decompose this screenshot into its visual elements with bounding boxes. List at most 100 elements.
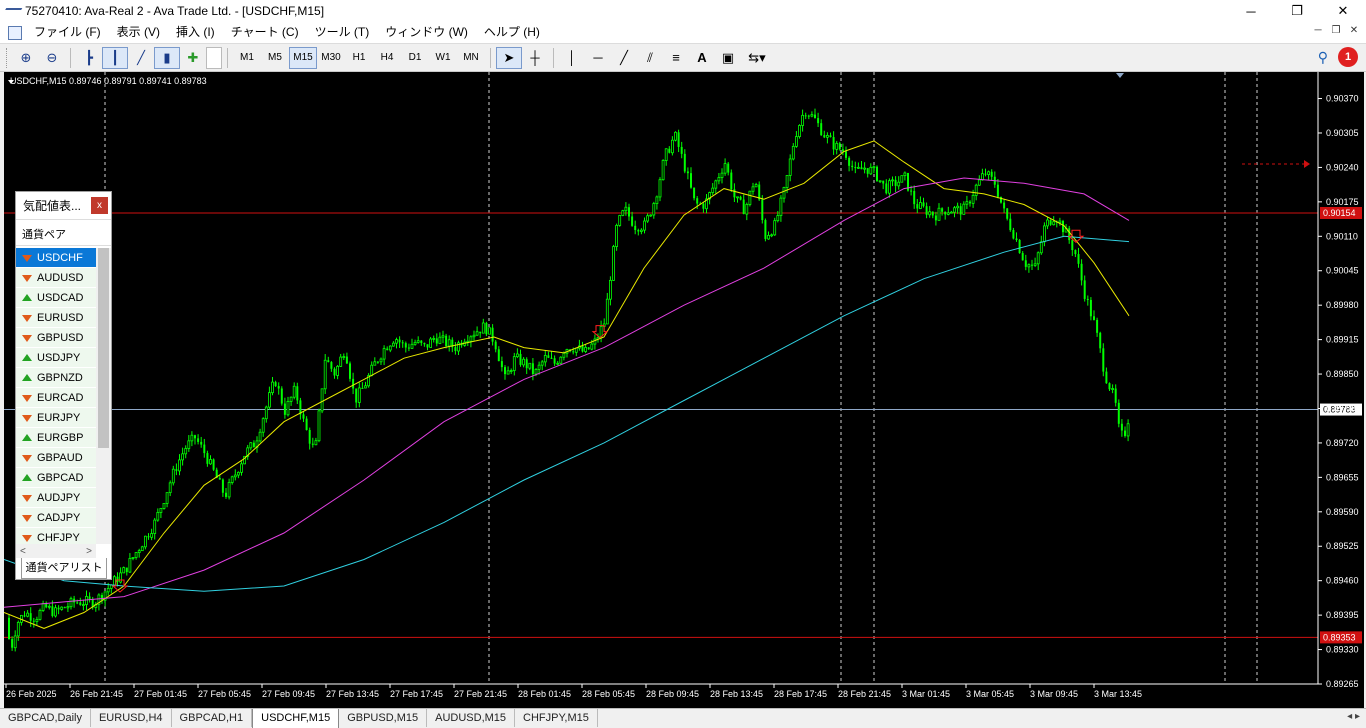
market-watch-row[interactable]: GBPNZD <box>16 368 96 388</box>
candle-body <box>401 342 404 344</box>
timeframe-m5[interactable]: M5 <box>261 47 289 69</box>
market-watch-row[interactable]: USDJPY <box>16 348 96 368</box>
candle <box>829 132 832 138</box>
menu-insert[interactable]: 挿入 (I) <box>168 22 223 43</box>
timeframe-h4[interactable]: H4 <box>373 47 401 69</box>
candle <box>54 604 57 618</box>
market-watch-row[interactable]: EURGBP <box>16 428 96 448</box>
bar-chart-icon[interactable]: ┣ <box>76 47 102 69</box>
menu-file[interactable]: ファイル (F) <box>26 22 109 43</box>
market-watch-row[interactable]: AUDJPY <box>16 488 96 508</box>
market-watch-column-header[interactable]: 通貨ペア <box>16 224 111 246</box>
chart-tab[interactable]: EURUSD,H4 <box>91 709 172 727</box>
add-indicator-icon[interactable]: ✚ <box>180 47 206 69</box>
candle-body <box>336 365 340 376</box>
candle-body <box>1062 220 1064 233</box>
candle <box>996 178 999 199</box>
market-watch-row[interactable]: USDCHF <box>16 248 96 268</box>
close-icon[interactable]: ✕ <box>1320 0 1366 22</box>
price-chart[interactable]: 0.901540.897830.89353 0.903700.903050.90… <box>4 72 1364 708</box>
candle <box>203 438 206 458</box>
chart-tab[interactable]: AUDUSD,M15 <box>427 709 516 727</box>
menu-window[interactable]: ウィンドウ (W) <box>377 22 476 43</box>
market-watch-tab[interactable]: 通貨ペアリスト <box>21 558 107 579</box>
candle <box>779 195 783 222</box>
timeframe-h1[interactable]: H1 <box>345 47 373 69</box>
menu-chart[interactable]: チャート (C) <box>223 22 307 43</box>
mdi-close-icon[interactable]: ✕ <box>1346 25 1362 39</box>
market-watch-row[interactable]: GBPAUD <box>16 448 96 468</box>
timeframe-m1[interactable]: M1 <box>233 47 261 69</box>
market-watch-vscrollbar[interactable] <box>96 248 111 544</box>
candle-body <box>479 331 482 334</box>
trendline-icon[interactable]: ╱ <box>611 47 637 69</box>
candle <box>441 330 445 344</box>
market-watch-row[interactable]: GBPCAD <box>16 468 96 488</box>
horizontal-line-icon[interactable]: ─ <box>585 47 611 69</box>
chart-tab[interactable]: GBPCAD,H1 <box>172 709 253 727</box>
menu-help[interactable]: ヘルプ (H) <box>476 22 548 43</box>
candle-body <box>512 356 516 371</box>
chart-tab[interactable]: USDCHF,M15 <box>252 709 340 728</box>
candle-body <box>131 557 135 559</box>
market-watch-row[interactable]: EURCAD <box>16 388 96 408</box>
market-watch-hscrollbar[interactable]: < > <box>16 544 96 558</box>
toolbar-grip[interactable] <box>6 47 9 68</box>
market-watch-row[interactable]: USDCAD <box>16 288 96 308</box>
candlestick-icon[interactable]: ┃ <box>102 46 128 69</box>
candle <box>500 356 503 372</box>
price-label: 0.90175 <box>1326 197 1359 207</box>
candle-body <box>782 187 786 199</box>
candle <box>194 434 196 445</box>
scroll-left-icon[interactable]: < <box>20 546 26 557</box>
mdi-restore-icon[interactable]: ❐ <box>1328 25 1344 39</box>
tab-scroll-icon[interactable]: ◂ ▸ <box>1347 711 1360 722</box>
candle-body <box>854 167 857 169</box>
candle-body <box>547 355 550 358</box>
timeframe-w1[interactable]: W1 <box>429 47 457 69</box>
chart-tab[interactable]: GBPCAD,Daily <box>0 709 91 727</box>
document-icon[interactable] <box>8 25 22 40</box>
text-icon[interactable]: A <box>689 47 715 69</box>
mdi-minimize-icon[interactable]: ─ <box>1310 25 1326 39</box>
candle <box>640 228 643 235</box>
timeframe-mn[interactable]: MN <box>457 47 485 69</box>
maximize-icon[interactable]: ❐ <box>1274 0 1320 22</box>
candle-body <box>38 610 42 620</box>
menu-view[interactable]: 表示 (V) <box>109 22 168 43</box>
arrows-icon[interactable]: ⇆▾ <box>741 47 773 69</box>
market-watch-close-icon[interactable]: x <box>91 197 108 214</box>
autoscroll-icon[interactable]: ▮ <box>154 46 180 69</box>
candle-body <box>137 550 141 553</box>
timeframe-m15[interactable]: M15 <box>289 46 317 69</box>
crosshair-icon[interactable]: ┼ <box>522 47 548 69</box>
notification-badge[interactable]: 1 <box>1338 47 1358 67</box>
scroll-right-icon[interactable]: > <box>86 546 92 557</box>
market-watch-row[interactable]: EURUSD <box>16 308 96 328</box>
candle <box>73 595 76 608</box>
chart-tab[interactable]: GBPUSD,M15 <box>339 709 428 727</box>
market-watch-row[interactable]: AUDUSD <box>16 268 96 288</box>
search-icon[interactable]: ⚲ <box>1318 49 1328 66</box>
zoom-in-icon[interactable]: ⊕ <box>13 47 39 69</box>
minimize-icon[interactable]: ─ <box>1228 0 1274 22</box>
vertical-line-icon[interactable]: │ <box>559 47 585 69</box>
line-chart-icon[interactable]: ╱ <box>128 47 154 69</box>
channel-icon[interactable]: ⫽ <box>637 47 663 69</box>
chart-tab[interactable]: CHFJPY,M15 <box>515 709 598 727</box>
menu-tools[interactable]: ツール (T) <box>307 22 378 43</box>
candle-body <box>869 166 873 175</box>
fibonacci-icon[interactable]: ≡ <box>663 47 689 69</box>
market-watch-row[interactable]: CADJPY <box>16 508 96 528</box>
cursor-icon[interactable]: ➤ <box>496 46 522 69</box>
candle <box>727 161 730 176</box>
text-label-icon[interactable]: ▣ <box>715 47 741 69</box>
timeframe-d1[interactable]: D1 <box>401 47 429 69</box>
chart-window[interactable]: 0.90154 0.89783 0.89353 0.90370 0.90305 0.90… <box>0 72 1366 708</box>
zoom-out-icon[interactable]: ⊖ <box>39 47 65 69</box>
candle <box>171 465 175 486</box>
market-watch-row[interactable]: GBPUSD <box>16 328 96 348</box>
indicator-dropdown[interactable] <box>206 46 222 69</box>
market-watch-row[interactable]: EURJPY <box>16 408 96 428</box>
timeframe-m30[interactable]: M30 <box>317 47 345 69</box>
